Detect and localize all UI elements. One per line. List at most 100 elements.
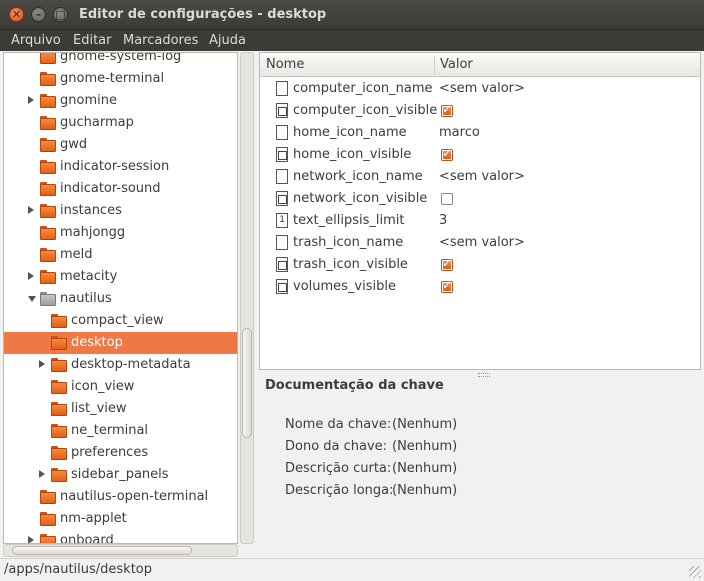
resize-grip-icon[interactable] xyxy=(689,566,701,578)
tree-item-label: gnome-terminal xyxy=(60,71,165,86)
key-value[interactable]: marco xyxy=(439,125,480,140)
tree-item[interactable]: gnome-terminal xyxy=(4,68,237,90)
key-row[interactable]: home_icon_name marco xyxy=(260,122,700,144)
key-value[interactable]: <sem valor> xyxy=(439,169,525,184)
string-type-icon xyxy=(276,235,288,250)
key-value[interactable]: <sem valor> xyxy=(439,235,525,250)
check-icon: ✓ xyxy=(442,256,453,270)
tree-item[interactable]: compact_view xyxy=(4,310,237,332)
tree-item[interactable]: desktop xyxy=(4,332,237,354)
maximize-button[interactable]: □ xyxy=(53,7,68,22)
tree-item-label: ne_terminal xyxy=(71,423,149,438)
minimize-button[interactable]: – xyxy=(31,7,46,22)
tree-item[interactable]: gnome-system-log xyxy=(4,52,237,68)
title-bar: ✕ – □ Editor de configurações - desktop xyxy=(0,0,704,30)
key-value-checkbox[interactable]: ✓ xyxy=(441,278,453,293)
tree-item-label: sidebar_panels xyxy=(71,467,169,482)
tree-vertical-scrollbar[interactable] xyxy=(240,52,254,544)
key-row[interactable]: home_icon_visible ✓ xyxy=(260,144,700,166)
tree-item-label: nautilus xyxy=(60,291,112,306)
tree-item[interactable]: indicator-session xyxy=(4,156,237,178)
menu-ajuda[interactable]: Ajuda xyxy=(209,33,246,48)
folder-icon xyxy=(40,270,56,284)
tree-item-label: gnome-system-log xyxy=(60,52,182,64)
expand-arrow-icon[interactable] xyxy=(28,206,34,214)
boolean-type-icon xyxy=(276,257,288,272)
key-row[interactable]: computer_icon_name <sem valor> xyxy=(260,78,700,100)
menu-editar[interactable]: Editar xyxy=(73,33,112,48)
key-value[interactable]: <sem valor> xyxy=(439,81,525,96)
folder-icon xyxy=(40,94,56,108)
key-name: home_icon_name xyxy=(293,125,407,140)
pane-splitter-handle[interactable] xyxy=(478,373,490,377)
key-row[interactable]: trash_icon_name <sem valor> xyxy=(260,232,700,254)
boolean-type-icon xyxy=(276,103,288,118)
key-row[interactable]: network_icon_visible xyxy=(260,188,700,210)
key-row[interactable]: 1 text_ellipsis_limit 3 xyxy=(260,210,700,232)
doc-field-value: (Nenhum) xyxy=(392,417,458,432)
tree-item[interactable]: sidebar_panels xyxy=(4,464,237,486)
collapse-arrow-icon[interactable] xyxy=(28,296,36,302)
tree-item-label: gucharmap xyxy=(60,115,134,130)
directory-tree[interactable]: gnome-system-log gnome-terminal gnomine guc… xyxy=(3,52,238,544)
expand-arrow-icon[interactable] xyxy=(28,536,34,543)
tree-item-label: indicator-session xyxy=(60,159,170,174)
folder-icon xyxy=(40,116,56,130)
tree-item-label: desktop xyxy=(71,335,123,350)
tree-item[interactable]: preferences xyxy=(4,442,237,464)
tree-item-label: nm-applet xyxy=(60,511,127,526)
key-name: network_icon_name xyxy=(293,169,423,184)
key-row[interactable]: trash_icon_visible ✓ xyxy=(260,254,700,276)
folder-icon xyxy=(51,336,67,350)
tree-item[interactable]: meld xyxy=(4,244,237,266)
tree-vertical-scroll-thumb[interactable] xyxy=(242,328,252,438)
folder-icon xyxy=(40,292,56,306)
tree-item[interactable]: instances xyxy=(4,200,237,222)
expand-arrow-icon[interactable] xyxy=(28,96,34,104)
tree-item[interactable]: gwd xyxy=(4,134,237,156)
key-row[interactable]: network_icon_name <sem valor> xyxy=(260,166,700,188)
folder-icon xyxy=(51,380,67,394)
folder-icon xyxy=(40,248,56,262)
key-name: computer_icon_visible xyxy=(293,103,438,118)
menu-marcadores[interactable]: Marcadores xyxy=(123,33,198,48)
column-separator[interactable] xyxy=(434,56,435,74)
tree-item[interactable]: nautilus xyxy=(4,288,237,310)
tree-item[interactable]: nautilus-open-terminal xyxy=(4,486,237,508)
menu-arquivo[interactable]: Arquivo xyxy=(11,33,61,48)
tree-item[interactable]: desktop-metadata xyxy=(4,354,237,376)
column-header-name[interactable]: Nome xyxy=(266,57,304,72)
menu-bar: Arquivo Editar Marcadores Ajuda xyxy=(0,30,704,51)
tree-item[interactable]: gucharmap xyxy=(4,112,237,134)
tree-item-label: preferences xyxy=(71,445,149,460)
tree-horizontal-scroll-thumb[interactable] xyxy=(12,546,192,555)
key-row[interactable]: computer_icon_visible ✓ xyxy=(260,100,700,122)
key-value-checkbox[interactable]: ✓ xyxy=(441,256,453,271)
expand-arrow-icon[interactable] xyxy=(39,360,45,368)
expand-arrow-icon[interactable] xyxy=(28,272,34,280)
key-row[interactable]: volumes_visible ✓ xyxy=(260,276,700,298)
boolean-type-icon xyxy=(276,147,288,162)
tree-horizontal-scrollbar[interactable] xyxy=(3,544,238,557)
close-button[interactable]: ✕ xyxy=(9,7,24,22)
boolean-type-icon xyxy=(276,191,288,206)
folder-icon xyxy=(51,314,67,328)
key-value-checkbox[interactable] xyxy=(441,193,453,205)
tree-item[interactable]: icon_view xyxy=(4,376,237,398)
column-header-value[interactable]: Valor xyxy=(440,57,473,72)
key-list[interactable]: Nome Valor computer_icon_name <sem valor>… xyxy=(259,52,701,370)
integer-type-icon: 1 xyxy=(276,213,288,228)
key-value-checkbox[interactable]: ✓ xyxy=(441,102,453,117)
minimize-icon: – xyxy=(35,8,42,21)
tree-item[interactable]: mahjongg xyxy=(4,222,237,244)
key-value[interactable]: 3 xyxy=(439,213,447,228)
tree-item[interactable]: ne_terminal xyxy=(4,420,237,442)
key-value-checkbox[interactable]: ✓ xyxy=(441,146,453,161)
tree-item[interactable]: onboard xyxy=(4,530,237,543)
tree-item[interactable]: nm-applet xyxy=(4,508,237,530)
expand-arrow-icon[interactable] xyxy=(39,470,45,478)
tree-item[interactable]: list_view xyxy=(4,398,237,420)
tree-item[interactable]: metacity xyxy=(4,266,237,288)
tree-item[interactable]: indicator-sound xyxy=(4,178,237,200)
tree-item[interactable]: gnomine xyxy=(4,90,237,112)
